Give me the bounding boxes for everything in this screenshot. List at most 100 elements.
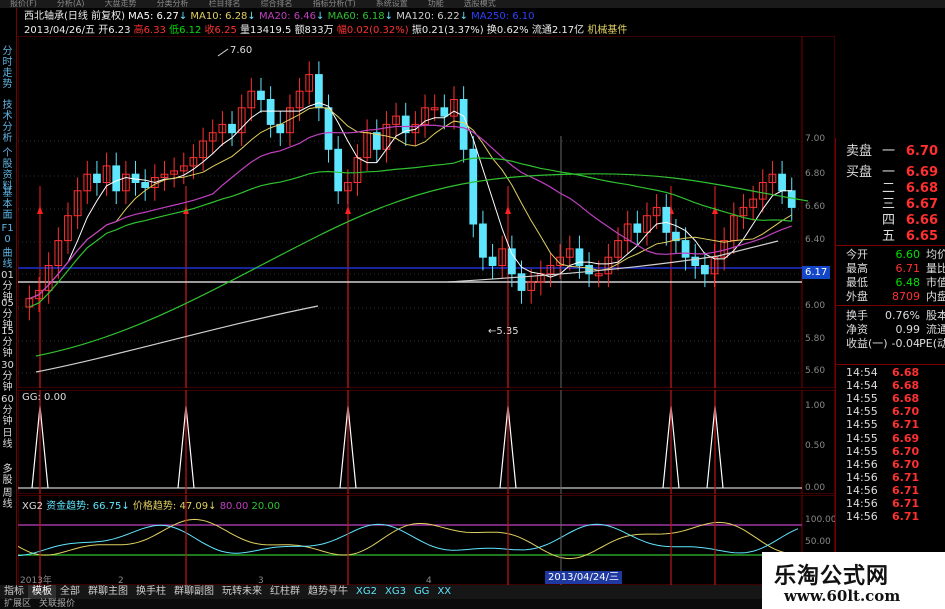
bottom-tab[interactable]: 群聊主图 xyxy=(84,585,132,599)
menu-item[interactable]: 大盘走势 xyxy=(95,0,147,8)
left-tab-4[interactable]: F10 xyxy=(1,223,14,245)
ext-tab[interactable]: 关联报价 xyxy=(35,599,79,609)
stat-key2: 流通 xyxy=(926,323,945,336)
bar-volume: 量13419.5 xyxy=(240,25,292,36)
cursor-date-badge: 2013/04/24/三 xyxy=(545,571,623,584)
bottom-tab[interactable]: 全部 xyxy=(56,585,84,599)
left-tab-9[interactable]: 30分钟 xyxy=(1,360,14,393)
bottom-tab[interactable]: 红柱群 xyxy=(266,585,304,599)
xg2-name: XG2 xyxy=(22,501,43,512)
stat-key2: 股本 xyxy=(926,309,945,322)
ma20-line xyxy=(29,124,792,300)
tick-time: 14:55 xyxy=(846,444,878,458)
y-tick-main: 6.40 xyxy=(805,235,825,245)
bottom-tab[interactable]: GG xyxy=(410,585,434,599)
tick-row: 14:55 6.71 xyxy=(844,418,944,431)
gg-indicator-chart[interactable]: 1.00 0.50 0.00 xyxy=(18,390,835,494)
bottom-tab[interactable]: 玩转未来 xyxy=(218,585,266,599)
menu-item[interactable]: 指标分析(T) xyxy=(303,0,366,8)
stat-key: 最高 xyxy=(846,262,868,275)
bottom-tab[interactable]: XX xyxy=(433,585,455,599)
bottom-tab[interactable]: 群聊副图 xyxy=(170,585,218,599)
ma120-value: MA120: 6.22 xyxy=(396,11,460,22)
ma10-line xyxy=(29,106,792,300)
left-tab-12[interactable]: 多股 xyxy=(1,464,14,486)
fund-trend-value: 66.75↓ xyxy=(92,501,130,512)
tick-row: 14:55 6.69 xyxy=(844,432,944,445)
menu-item[interactable]: 选股模式 xyxy=(454,0,506,8)
y-tick-sub1: 1.00 xyxy=(805,401,825,411)
ma250-tail-line xyxy=(35,305,319,373)
bottom-tab[interactable]: 趋势寻牛 xyxy=(304,585,352,599)
candle-body xyxy=(662,206,671,233)
kline-main-chart[interactable]: 7.006.806.606.406.206.005.805.607.60←5.3… xyxy=(18,36,835,388)
left-tab-0[interactable]: 分时走势 xyxy=(1,46,14,90)
candle-body xyxy=(440,107,449,117)
orderbook-price: 6.70 xyxy=(905,144,938,159)
left-tab-1[interactable]: 技术分析 xyxy=(1,100,14,144)
candle-body xyxy=(585,265,593,275)
y-tick-sub1: 0.50 xyxy=(805,441,825,451)
bar-swing: 振0.21(3.37%) xyxy=(411,25,484,36)
tick-price: 6.70 xyxy=(892,457,920,471)
y-tick-sub1: 0.00 xyxy=(805,483,825,493)
left-tab-13[interactable]: 周线 xyxy=(1,488,14,510)
left-tab-10[interactable]: 60分钟 xyxy=(1,394,14,427)
menu-item[interactable]: 功能 xyxy=(418,0,454,8)
candle-body xyxy=(324,107,333,150)
tick-time: 14:54 xyxy=(846,379,878,393)
bottom-tab[interactable]: XG2 xyxy=(352,585,381,599)
left-tab-8[interactable]: 15分钟 xyxy=(1,326,14,359)
buy-row: 五 6.65 xyxy=(844,229,944,245)
fund-trend-key: 资金趋势: xyxy=(46,501,90,512)
tick-price: 6.69 xyxy=(892,431,920,445)
ext-tab[interactable]: 扩展区 xyxy=(0,599,35,609)
ma60-value: MA60: 6.18 xyxy=(327,11,385,22)
left-tab-5[interactable]: 曲线 xyxy=(1,248,14,270)
price-trend-key: 价格趋势: xyxy=(132,501,177,512)
stat-key2: 市值 xyxy=(926,276,945,289)
tick-price: 6.71 xyxy=(892,510,920,524)
stat-row: 外盘 8709 内盘 xyxy=(844,290,945,303)
y-tick-main: 6.00 xyxy=(805,301,825,311)
candle-body xyxy=(681,240,690,258)
tick-row: 14:56 6.71 xyxy=(844,471,944,484)
x-tick: 2 xyxy=(118,576,124,585)
menu-item[interactable]: 综合排名 xyxy=(251,0,303,8)
ma5-value: MA5: 6.27 xyxy=(128,11,179,22)
menu-item[interactable]: 系统设置 xyxy=(366,0,418,8)
orderbook-level: 二 xyxy=(882,181,896,196)
bar-float: 流通2.17亿 xyxy=(531,25,585,36)
orderbook-level: 四 xyxy=(882,213,896,228)
tick-price: 6.68 xyxy=(892,392,920,406)
left-tab-11[interactable]: 日线 xyxy=(1,428,14,450)
candle-body xyxy=(469,148,478,225)
menu-item[interactable]: 分析(A) xyxy=(47,0,95,8)
tick-row: 14:55 6.70 xyxy=(844,445,944,458)
y-tick-main: 6.80 xyxy=(805,169,825,179)
orderbook-price: 6.65 xyxy=(905,229,938,244)
buy-row: 买盘一 6.69 xyxy=(844,165,944,181)
bottom-tab[interactable]: 模板 xyxy=(28,585,56,599)
candle-body xyxy=(257,90,265,101)
y-tick-sub2: 50.00 xyxy=(805,537,831,547)
stat-value: 6.48 xyxy=(895,276,921,289)
bottom-tab[interactable]: 换手柱 xyxy=(132,585,170,599)
panel-divider xyxy=(836,305,945,306)
menu-item[interactable]: 分类分析 xyxy=(147,0,199,8)
stat-key2: 均价 xyxy=(926,248,945,261)
bottom-tab[interactable]: 指标 xyxy=(0,585,28,599)
menu-item[interactable]: 报价(F) xyxy=(0,0,47,8)
bar-amount: 额833万 xyxy=(294,25,334,36)
orderbook-level: 一 xyxy=(882,165,896,180)
stat-key: 净资 xyxy=(846,323,868,336)
bottom-tab[interactable]: XG3 xyxy=(381,585,410,599)
bar-high: 高6.33 xyxy=(133,25,166,36)
bar-open: 开6.23 xyxy=(98,25,131,36)
left-tab-3[interactable]: 基本面 xyxy=(1,188,14,221)
menu-item[interactable]: 栏目排名 xyxy=(199,0,251,8)
stat-value: 8709 xyxy=(892,290,920,303)
left-tab-2[interactable]: 个股资料 xyxy=(1,148,14,192)
buy-row: 四 6.66 xyxy=(844,213,944,229)
buy-row: 三 6.67 xyxy=(844,197,944,213)
